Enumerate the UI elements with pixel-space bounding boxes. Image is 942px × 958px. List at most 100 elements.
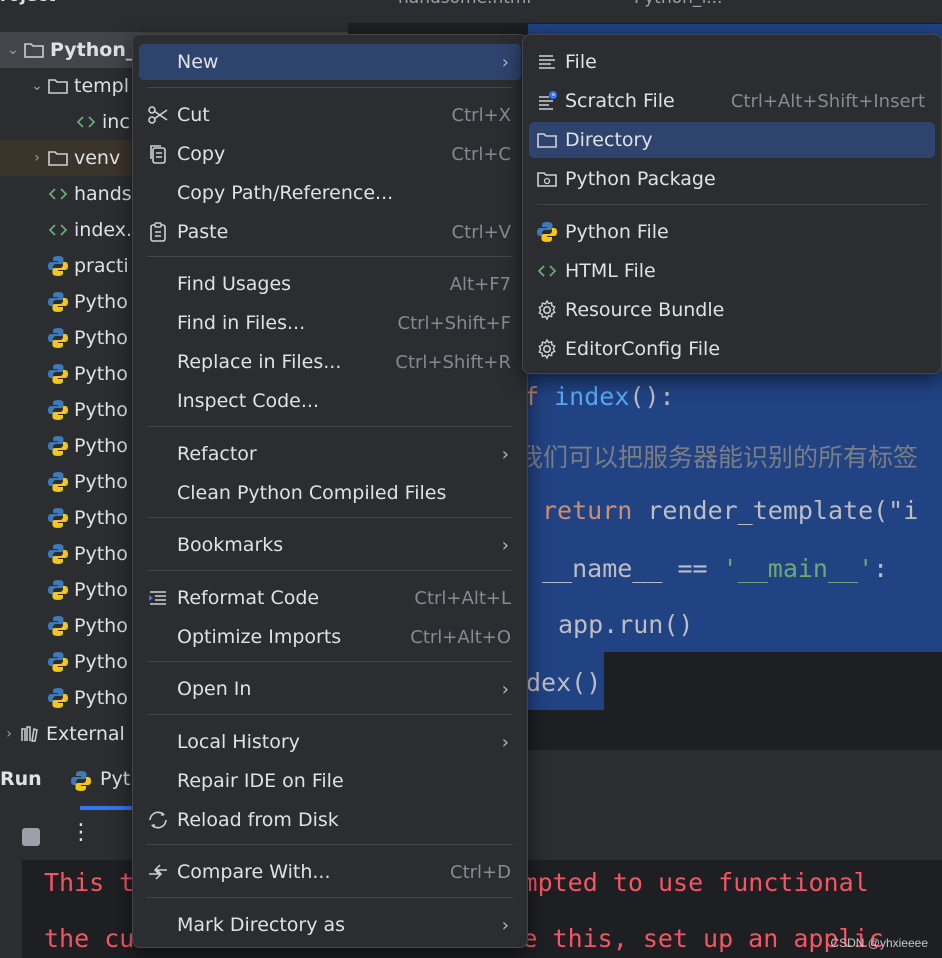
code-punct: : — [873, 554, 889, 583]
new-submenu-item-python-file[interactable]: Python File — [529, 214, 935, 250]
tree-item-label: inc — [102, 111, 130, 133]
menu-item-inspect-code[interactable]: Inspect Code... — [139, 383, 521, 419]
python-icon — [46, 362, 70, 386]
menu-item-label: Find Usages — [177, 273, 292, 295]
menu-item-shortcut: Ctrl+Shift+R — [395, 351, 511, 373]
menu-item-shortcut: Ctrl+Alt+O — [410, 626, 511, 648]
python-icon — [46, 470, 70, 494]
code-line-comment: 我们可以把服务器能识别的所有标签 — [518, 443, 919, 472]
menu-item-label: File — [565, 51, 597, 73]
project-panel-title: roject — [0, 0, 56, 10]
menu-item-bookmarks[interactable]: Bookmarks › — [139, 527, 521, 563]
menu-item-shortcut: Ctrl+X — [451, 104, 511, 126]
keyword-return: return — [542, 496, 633, 525]
new-submenu-item-python-package[interactable]: Python Package — [529, 161, 935, 197]
code-text: render_template("i — [632, 496, 919, 525]
menu-item-shortcut: Alt+F7 — [449, 273, 511, 295]
python-icon — [46, 290, 70, 314]
chevron-down-icon[interactable]: ⌄ — [4, 42, 22, 58]
chevron-right-icon: › — [501, 51, 509, 73]
menu-item-repair-ide-on-file[interactable]: Repair IDE on File — [139, 763, 521, 799]
menu-separator — [147, 426, 513, 427]
menu-item-shortcut: Ctrl+D — [450, 861, 511, 883]
menu-item-shortcut: Ctrl+Alt+Shift+Insert — [730, 90, 925, 112]
menu-item-find-in-files[interactable]: Find in Files... Ctrl+Shift+F — [139, 305, 521, 341]
chevron-right-icon: › — [501, 534, 509, 556]
chevron-down-icon[interactable]: ⌄ — [28, 78, 46, 94]
menu-item-shortcut: Ctrl+V — [451, 221, 511, 243]
menu-item-label: Refactor — [177, 443, 257, 465]
menu-item-compare-with[interactable]: Compare With... Ctrl+D — [139, 854, 521, 890]
menu-item-label: Python File — [565, 221, 669, 243]
python-icon — [46, 650, 70, 674]
tree-item-label: hands — [74, 183, 132, 205]
folder-icon — [529, 130, 565, 150]
menu-separator — [537, 204, 927, 205]
tree-item-label: Pytho — [74, 687, 128, 709]
tab-run-file[interactable]: Pyt — [100, 768, 130, 790]
stop-icon[interactable] — [22, 828, 40, 846]
tree-item-label: index. — [74, 219, 133, 241]
editor-tab[interactable]: Python_f... — [634, 0, 722, 8]
chevron-right-icon: › — [501, 678, 509, 700]
menu-item-label: Cut — [177, 104, 210, 126]
tree-item-label: Pytho — [74, 471, 128, 493]
menu-separator — [147, 517, 513, 518]
new-submenu-item-resource-bundle[interactable]: Resource Bundle — [529, 292, 935, 328]
menu-item-reload-from-disk[interactable]: Reload from Disk — [139, 802, 521, 838]
python-icon — [46, 506, 70, 530]
menu-item-paste[interactable]: Paste Ctrl+V — [139, 214, 521, 250]
menu-item-reformat-code[interactable]: Reformat Code Ctrl+Alt+L — [139, 580, 521, 616]
menu-separator — [147, 897, 513, 898]
menu-item-new[interactable]: New › — [139, 44, 521, 80]
tree-item-label: Pytho — [74, 327, 128, 349]
folder-icon — [46, 146, 70, 170]
menu-item-label: Copy — [177, 143, 226, 165]
html-file-icon — [529, 261, 565, 281]
folder-icon — [22, 38, 46, 62]
more-options-icon[interactable]: ⋮ — [70, 820, 92, 845]
menu-item-cut[interactable]: Cut Ctrl+X — [139, 97, 521, 133]
menu-item-label: Reload from Disk — [177, 809, 339, 831]
code-line-def: f index(): — [524, 382, 675, 411]
package-icon — [529, 169, 565, 189]
chevron-right-icon[interactable]: › — [28, 150, 46, 166]
menu-item-open-in[interactable]: Open In › — [139, 671, 521, 707]
new-submenu-item-directory[interactable]: Directory — [529, 122, 935, 158]
menu-item-find-usages[interactable]: Find Usages Alt+F7 — [139, 266, 521, 302]
menu-item-label: Replace in Files... — [177, 351, 342, 373]
menu-item-refactor[interactable]: Refactor › — [139, 436, 521, 472]
menu-item-shortcut: Ctrl+Alt+L — [414, 587, 511, 609]
html-file-icon — [46, 218, 70, 242]
new-submenu-item-file[interactable]: File — [529, 44, 935, 80]
menu-item-clean-python-compiled-files[interactable]: Clean Python Compiled Files — [139, 475, 521, 511]
menu-item-replace-in-files[interactable]: Replace in Files... Ctrl+Shift+R — [139, 344, 521, 380]
menu-item-mark-directory-as[interactable]: Mark Directory as › — [139, 907, 521, 943]
new-submenu-item-html-file[interactable]: HTML File — [529, 253, 935, 289]
code-line-index-call: dex() — [526, 668, 602, 697]
editor-tab-bar: handsome.html Python_f... — [348, 0, 942, 24]
new-submenu-item-editorconfig-file[interactable]: EditorConfig File — [529, 331, 935, 367]
tree-item-label: Pytho — [74, 651, 128, 673]
menu-item-copy[interactable]: Copy Ctrl+C — [139, 136, 521, 172]
menu-item-local-history[interactable]: Local History › — [139, 724, 521, 760]
reload-icon — [139, 809, 177, 831]
menu-item-shortcut: Ctrl+C — [451, 143, 511, 165]
chevron-right-icon[interactable]: › — [0, 726, 18, 742]
tree-item-label: Pytho — [74, 543, 128, 565]
reformat-icon — [139, 588, 177, 608]
python-icon — [46, 398, 70, 422]
editor-tab[interactable]: handsome.html — [398, 0, 531, 8]
menu-item-shortcut: Ctrl+Shift+F — [397, 312, 511, 334]
new-submenu-item-scratch-file[interactable]: Scratch File Ctrl+Alt+Shift+Insert — [529, 83, 935, 119]
menu-item-label: Clean Python Compiled Files — [177, 482, 447, 504]
menu-item-label: Mark Directory as — [177, 914, 346, 936]
python-icon — [70, 770, 92, 796]
tab-run[interactable]: Run — [0, 768, 42, 790]
menu-item-label: Bookmarks — [177, 534, 284, 556]
code-line-app-run: app.run() — [558, 610, 694, 639]
menu-item-copy-path-reference[interactable]: Copy Path/Reference... — [139, 175, 521, 211]
copy-icon — [139, 143, 177, 165]
menu-separator — [147, 661, 513, 662]
menu-item-optimize-imports[interactable]: Optimize Imports Ctrl+Alt+O — [139, 619, 521, 655]
